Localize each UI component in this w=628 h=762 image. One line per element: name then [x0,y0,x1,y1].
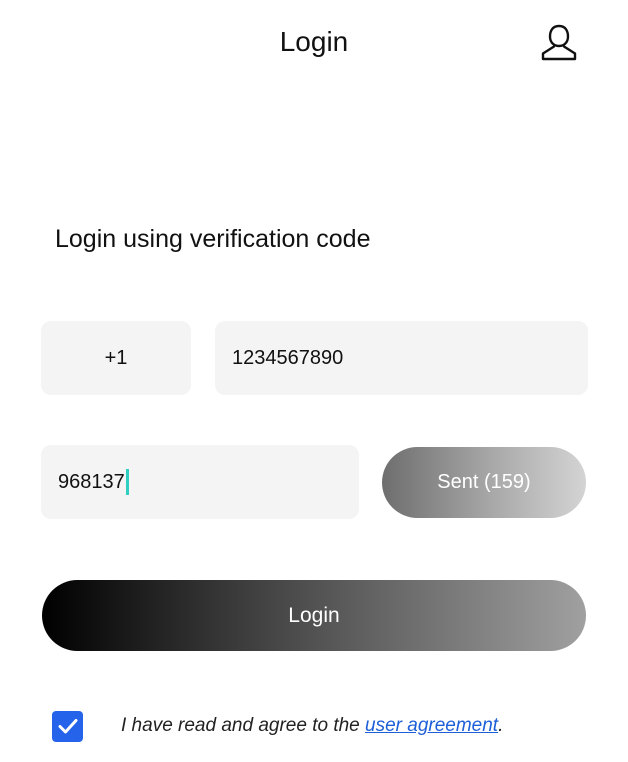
text-caret [125,469,129,495]
login-screen: Login Login using verification code +1 1… [0,0,628,762]
verification-code-value: 968137 [58,470,125,493]
agreement-row: I have read and agree to the user agreem… [52,710,503,742]
user-agreement-link[interactable]: user agreement [365,715,498,736]
agreement-text-after: . [498,715,504,736]
agreement-text-before: I have read and agree to the [121,715,366,736]
phone-number-input[interactable]: 1234567890 [215,321,588,395]
section-title: Login using verification code [55,225,371,253]
user-icon[interactable] [538,22,580,64]
checkmark-icon [58,719,77,734]
agreement-text: I have read and agree to the user agreem… [121,715,503,737]
resend-code-button[interactable]: Sent (159) [382,447,586,518]
country-code-value: +1 [104,346,128,369]
verification-code-input[interactable]: 968137 [41,445,359,519]
phone-number-value: 1234567890 [232,346,344,369]
login-button[interactable]: Login [42,580,586,651]
agreement-checkbox[interactable] [52,710,83,742]
country-code-selector[interactable]: +1 [41,321,191,395]
page-title: Login [279,26,349,57]
